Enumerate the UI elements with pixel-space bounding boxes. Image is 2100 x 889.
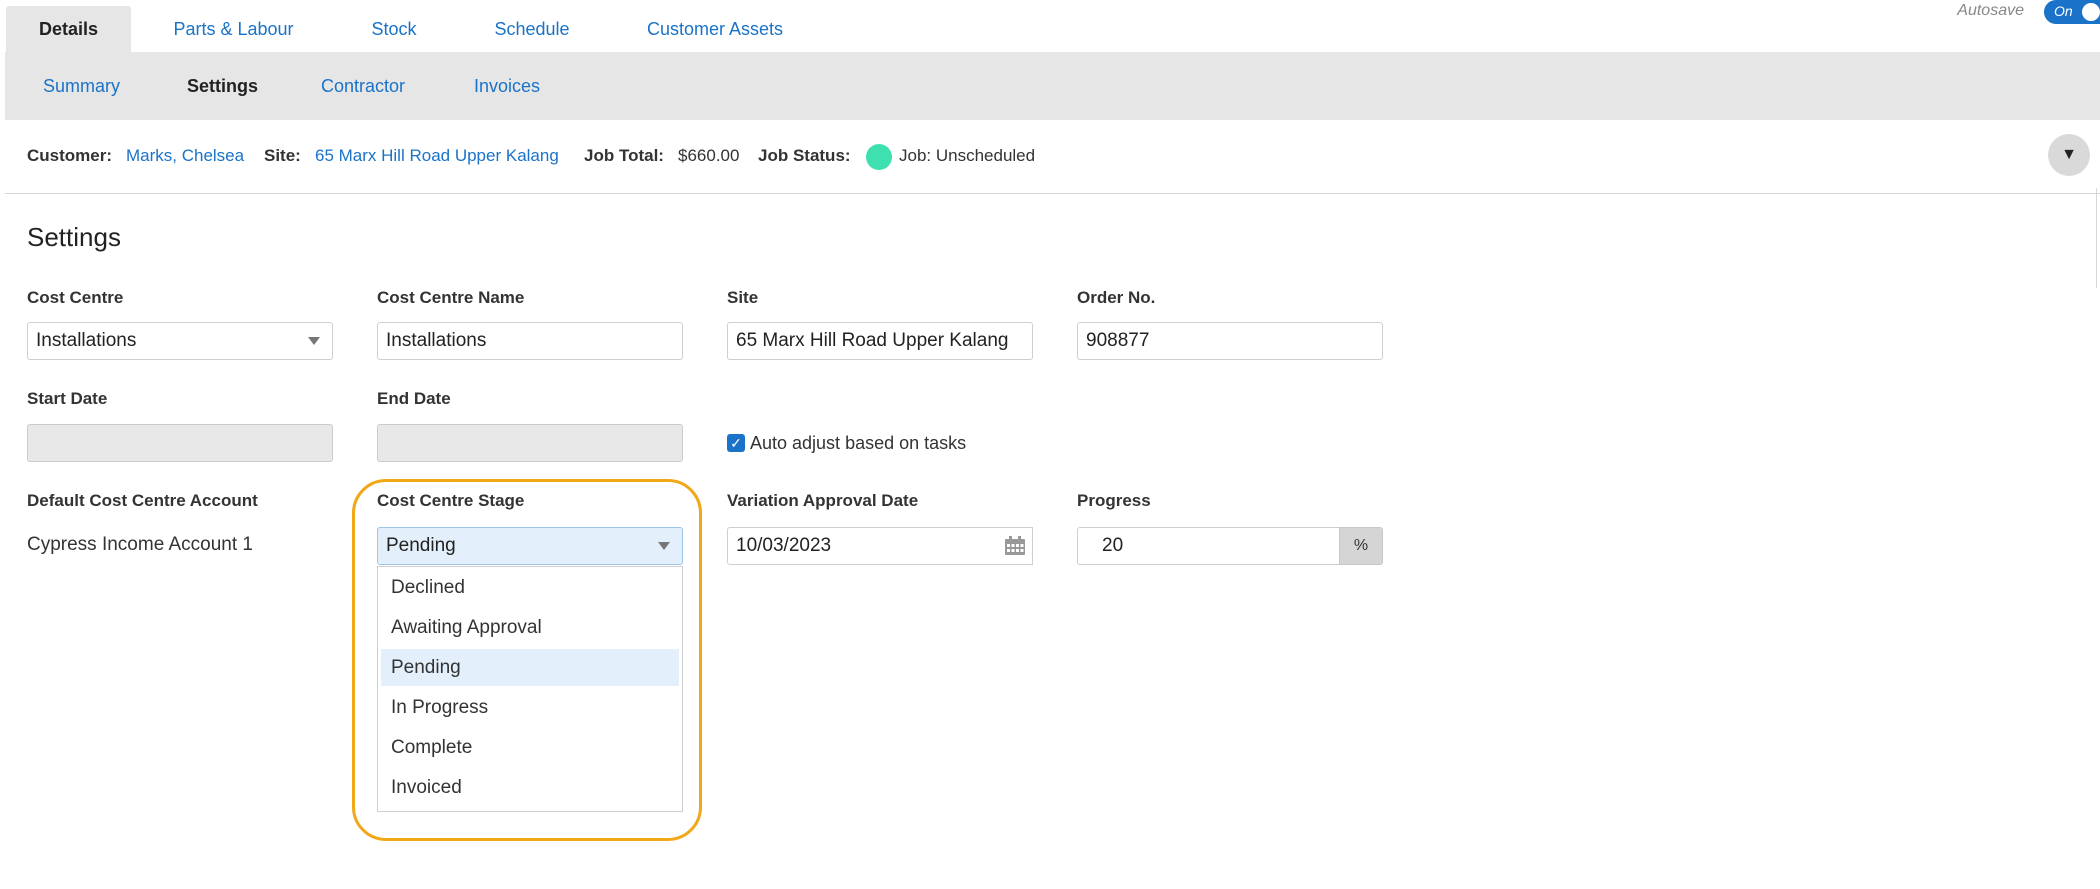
job-status-dot — [866, 144, 892, 170]
caret-down-icon — [308, 337, 320, 345]
job-total-label: Job Total: — [584, 146, 664, 165]
percent-addon: % — [1339, 527, 1383, 565]
section-title: Settings — [27, 222, 121, 252]
end-date-input — [377, 424, 683, 462]
cost-centre-name-input[interactable] — [377, 322, 683, 360]
tab-details[interactable]: Details — [6, 6, 131, 52]
customer-link[interactable]: Marks, Chelsea — [126, 146, 244, 166]
customer-label: Customer: — [27, 146, 113, 165]
order-no-input[interactable] — [1077, 322, 1383, 360]
start-date-label: Start Date — [27, 389, 108, 408]
tab-settings[interactable]: Settings — [187, 76, 258, 97]
progress-input[interactable] — [1077, 527, 1340, 565]
auto-adjust-label: Auto adjust based on tasks — [750, 433, 967, 453]
cost-centre-name-label: Cost Centre Name — [377, 288, 525, 307]
stage-dropdown: Declined Awaiting Approval Pending In Pr… — [377, 566, 683, 812]
stage-option-declined[interactable]: Declined — [381, 569, 679, 606]
site-link[interactable]: 65 Marx Hill Road Upper Kalang — [315, 146, 559, 166]
stage-option-invoiced[interactable]: Invoiced — [381, 769, 679, 806]
cost-centre-select[interactable]: Installations — [27, 322, 333, 360]
cost-centre-value: Installations — [36, 330, 137, 351]
scroll-edge — [2096, 188, 2097, 288]
progress-label: Progress — [1077, 491, 1151, 510]
tab-customer-assets[interactable]: Customer Assets — [630, 6, 800, 52]
stage-option-pending[interactable]: Pending — [381, 649, 679, 686]
stage-option-in-progress[interactable]: In Progress — [381, 689, 679, 726]
auto-adjust-checkbox[interactable]: ✓ — [727, 434, 745, 452]
chevron-down-icon: ▼ — [2061, 146, 2077, 163]
cost-centre-label: Cost Centre — [27, 288, 124, 307]
calendar-button[interactable] — [997, 527, 1033, 565]
tab-stock[interactable]: Stock — [350, 6, 438, 52]
default-account-value: Cypress Income Account 1 — [27, 534, 253, 555]
end-date-label: End Date — [377, 389, 451, 408]
caret-down-icon — [658, 542, 670, 550]
tab-parts-labour[interactable]: Parts & Labour — [160, 6, 307, 52]
job-status-label: Job Status: — [758, 146, 851, 165]
stage-value: Pending — [386, 535, 456, 556]
tab-invoices[interactable]: Invoices — [474, 76, 540, 97]
order-no-label: Order No. — [1077, 288, 1156, 307]
site-label: Site: — [264, 146, 301, 165]
site-input[interactable] — [727, 322, 1033, 360]
default-account-label: Default Cost Centre Account — [27, 491, 258, 510]
site-field-label: Site — [727, 288, 759, 307]
autosave-toggle[interactable]: On — [2044, 0, 2100, 24]
job-total-value: $660.00 — [678, 146, 740, 165]
collapse-button[interactable]: ▼ — [2048, 134, 2090, 176]
sub-tab-bar — [5, 52, 2100, 120]
job-status-value: Job: Unscheduled — [899, 146, 1036, 165]
autosave-toggle-text: On — [2054, 3, 2073, 19]
variation-date-input[interactable] — [727, 527, 998, 565]
calendar-icon — [1004, 536, 1025, 555]
toggle-knob — [2082, 3, 2100, 21]
autosave-label: Autosave — [1957, 2, 2024, 19]
stage-option-awaiting-approval[interactable]: Awaiting Approval — [381, 609, 679, 646]
divider — [5, 193, 2100, 194]
stage-option-complete[interactable]: Complete — [381, 729, 679, 766]
variation-date-label: Variation Approval Date — [727, 491, 919, 510]
tab-summary[interactable]: Summary — [43, 76, 120, 97]
tab-schedule[interactable]: Schedule — [480, 6, 584, 52]
stage-label: Cost Centre Stage — [377, 491, 525, 510]
tab-contractor[interactable]: Contractor — [321, 76, 405, 97]
stage-select[interactable]: Pending — [377, 527, 683, 565]
start-date-input — [27, 424, 333, 462]
